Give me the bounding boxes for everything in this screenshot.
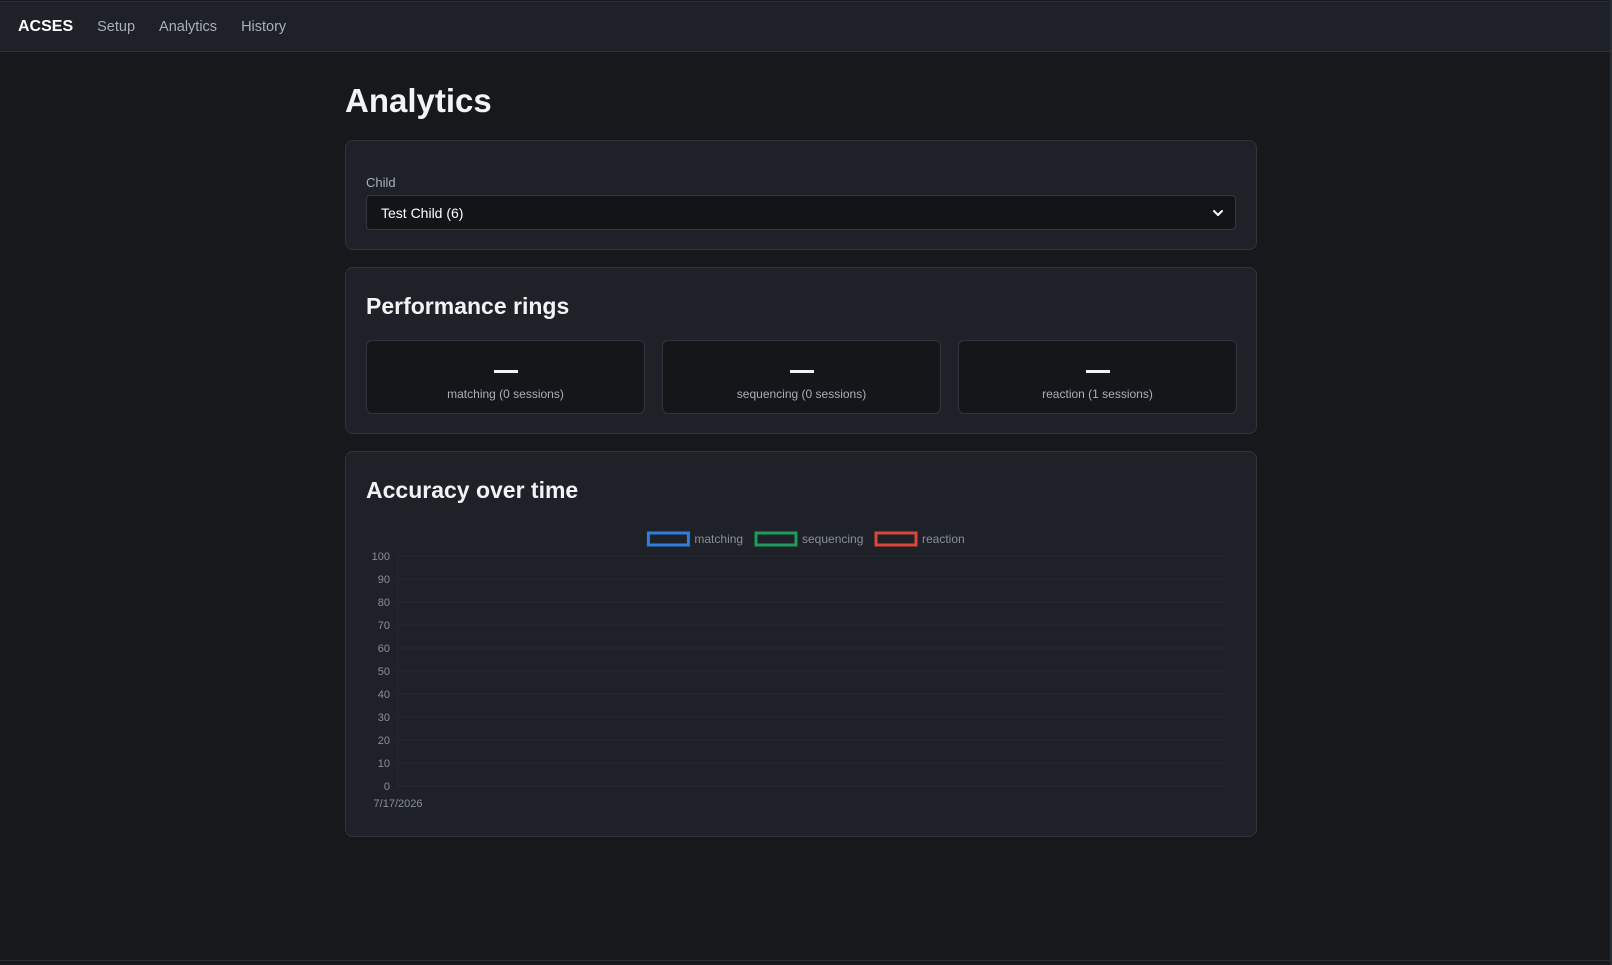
brand-logo[interactable]: ACSES [18,18,73,36]
ring-reaction: reaction (1 sessions) [958,340,1237,414]
y-tick-label: 20 [378,735,390,747]
accuracy-card: Accuracy over time 0 10 20 30 40 50 60 70 80 90 10… [345,451,1257,837]
ring-value-placeholder [493,370,518,373]
child-select[interactable]: Test Child (6) [366,195,1236,230]
child-selector-card: Child Test Child (6) [345,140,1257,250]
y-tick-label: 80 [378,597,390,609]
nav-link-setup[interactable]: Setup [97,19,135,35]
window-edge [0,960,1612,961]
ring-label-reaction: reaction (1 sessions) [1042,387,1153,401]
ring-value-placeholder [1085,370,1110,373]
legend-swatch-sequencing [754,531,798,547]
page-title: Analytics [345,82,492,119]
ring-matching: matching (0 sessions) [366,340,645,414]
x-tick-label: 7/17/2026 [374,798,423,810]
legend-label-sequencing: sequencing [802,532,863,546]
y-tick-label: 30 [378,712,390,724]
app-window: ACSES Setup Analytics History Analytics … [0,0,1612,965]
y-tick-label: 0 [384,781,390,793]
legend-label-matching: matching [694,532,743,546]
performance-rings-card: Performance rings matching (0 sessions) … [345,267,1257,434]
chevron-down-icon [1213,210,1223,216]
main-content: Analytics Child Test Child (6) Performan… [345,52,1257,837]
nav-link-history[interactable]: History [241,19,286,35]
legend-label-reaction: reaction [922,532,965,546]
y-tick-label: 60 [378,643,390,655]
y-tick-label: 10 [378,758,390,770]
y-tick-label: 40 [378,689,390,701]
ring-label-matching: matching (0 sessions) [447,387,564,401]
child-select-value: Test Child (6) [381,204,464,221]
nav-link-analytics[interactable]: Analytics [159,19,217,35]
y-tick-label: 100 [372,551,390,563]
accuracy-chart: 0 10 20 30 40 50 60 70 80 90 100 7/17/2026 matching s… [372,531,1224,810]
legend-swatch-matching [646,531,690,547]
y-tick-label: 90 [378,574,390,586]
performance-rings-title: Performance rings [366,293,570,319]
child-label: Child [366,175,396,190]
y-tick-label: 50 [378,666,390,678]
ring-sequencing: sequencing (0 sessions) [662,340,941,414]
legend-swatch-reaction [874,531,918,547]
y-tick-label: 70 [378,620,390,632]
top-navigation: ACSES Setup Analytics History [0,1,1610,52]
ring-value-placeholder [789,370,814,373]
ring-label-sequencing: sequencing (0 sessions) [736,387,867,401]
